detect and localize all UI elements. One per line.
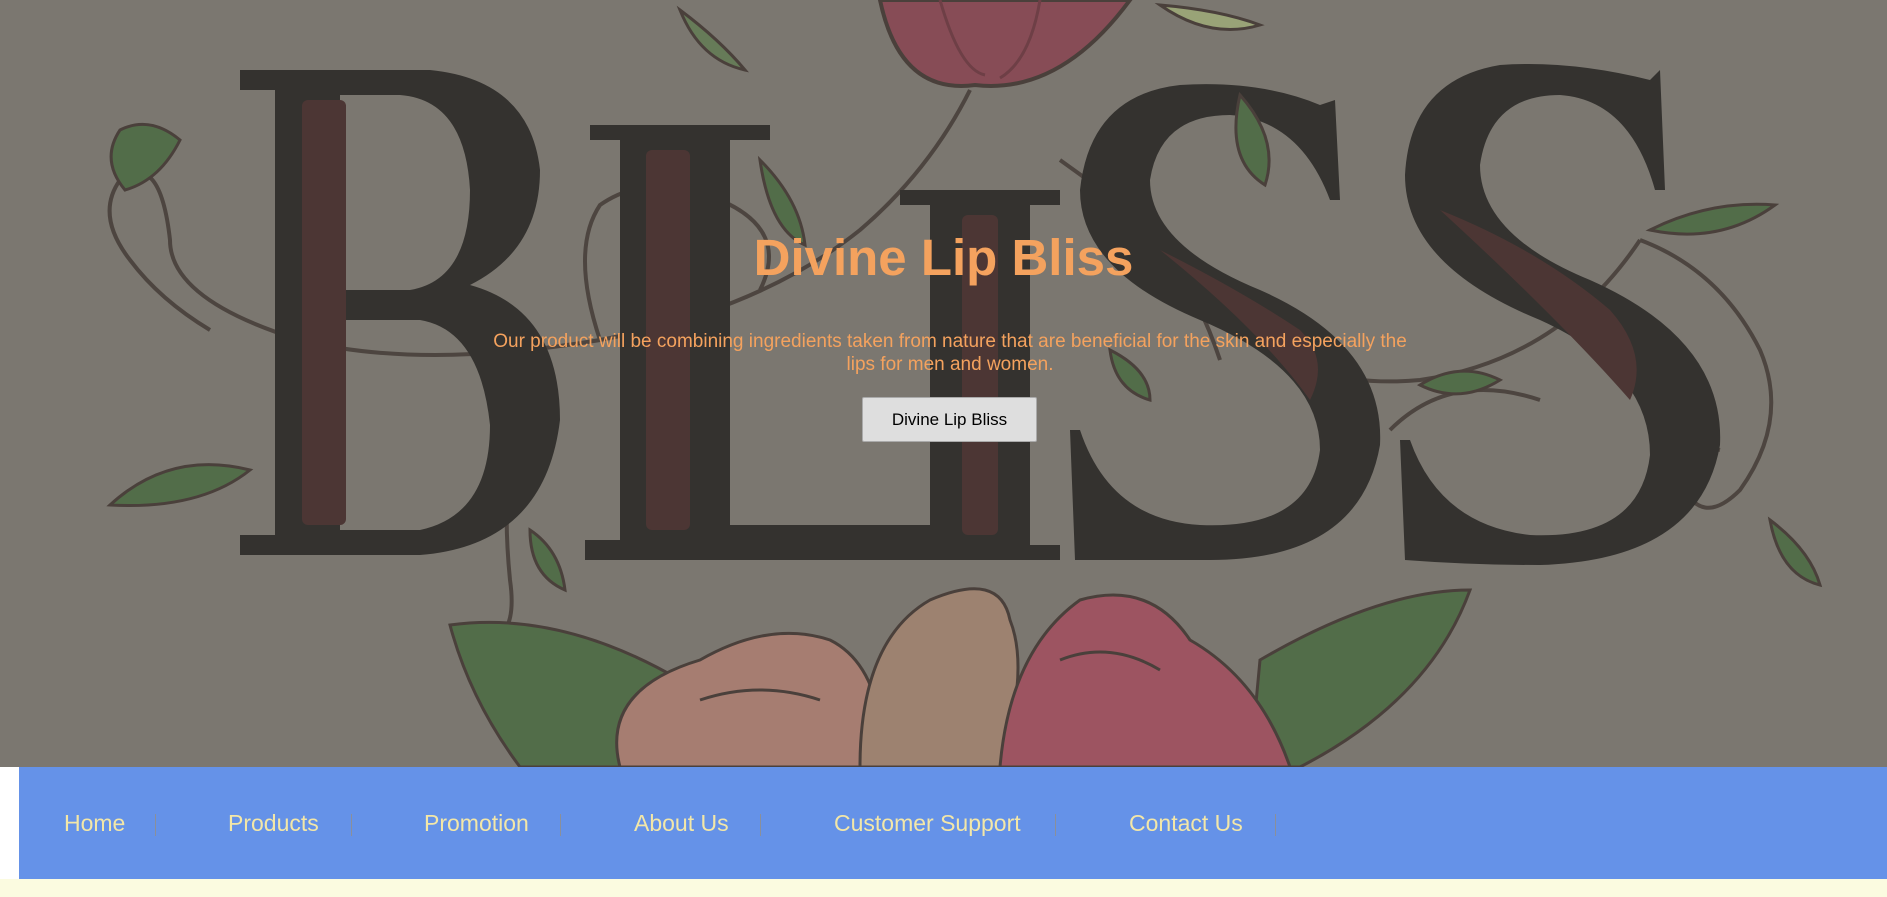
nav-divider <box>1055 814 1056 836</box>
nav-divider <box>760 814 761 836</box>
nav-about-us[interactable]: About Us <box>634 767 729 879</box>
hero-description: Our product will be combining ingredient… <box>493 331 1407 375</box>
nav-divider <box>1275 814 1276 836</box>
main-navigation: Home Products Promotion About Us Custome… <box>19 767 1887 879</box>
nav-divider <box>351 814 352 836</box>
hero-title: Divine Lip Bliss <box>753 229 1134 286</box>
nav-divider <box>560 814 561 836</box>
nav-customer-support[interactable]: Customer Support <box>834 767 1021 879</box>
hero-content: Divine Lip Bliss Our product will be com… <box>0 0 1887 767</box>
left-edge-strip <box>0 767 19 879</box>
nav-products[interactable]: Products <box>228 767 319 879</box>
hero-banner: Divine Lip Bliss Our product will be com… <box>0 0 1887 767</box>
nav-contact-us[interactable]: Contact Us <box>1129 767 1243 879</box>
nav-home[interactable]: Home <box>64 767 125 879</box>
nav-divider <box>155 814 156 836</box>
hero-cta-button[interactable]: Divine Lip Bliss <box>862 397 1037 442</box>
nav-promotion[interactable]: Promotion <box>424 767 529 879</box>
